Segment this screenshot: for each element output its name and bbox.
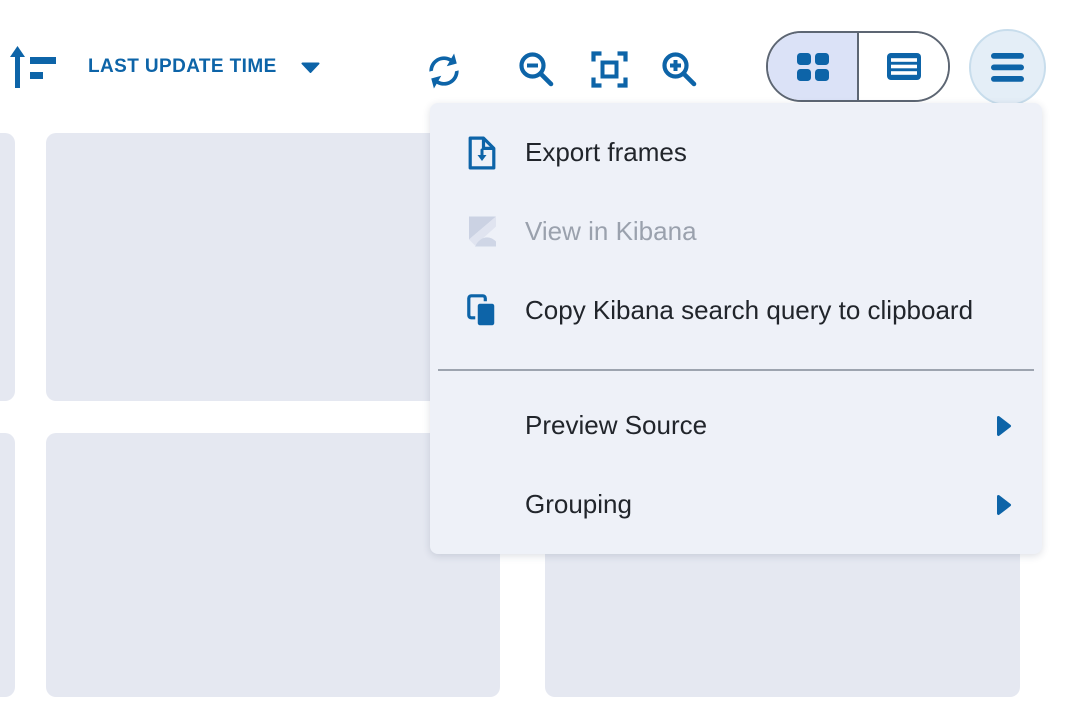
submenu-arrow-icon [996, 415, 1012, 437]
refresh-button[interactable] [421, 48, 467, 94]
grid-view-button[interactable] [768, 33, 857, 100]
sort-direction-button[interactable] [9, 45, 56, 90]
fit-to-screen-button[interactable] [591, 51, 628, 88]
frames-browser: LAST UPDATE TIME [0, 0, 1070, 713]
menu-item-label: Preview Source [525, 410, 707, 441]
submenu-arrow-icon [996, 494, 1012, 516]
file-download-icon [467, 136, 497, 169]
caret-down-icon [301, 62, 320, 73]
grid-view-icon [797, 53, 829, 81]
zoom-out-button[interactable] [518, 51, 555, 88]
sort-ascending-icon [9, 45, 56, 90]
menu-item-label: View in Kibana [525, 216, 697, 247]
copy-icon [467, 294, 498, 328]
frame-card[interactable] [0, 433, 15, 697]
kibana-logo-icon [467, 215, 498, 248]
menu-item-label: Copy Kibana search query to clipboard [525, 295, 973, 326]
zoom-out-icon [518, 51, 555, 88]
menu-item-copy-kibana-query[interactable]: Copy Kibana search query to clipboard [430, 271, 1042, 350]
sort-field-dropdown[interactable]: LAST UPDATE TIME [88, 52, 320, 82]
list-view-icon [887, 53, 921, 80]
menu-item-grouping[interactable]: Grouping [430, 465, 1042, 544]
overflow-context-menu: Export frames View in Kibana Copy Kibana… [430, 103, 1042, 554]
overflow-menu-button[interactable] [969, 29, 1046, 106]
refresh-icon [422, 49, 466, 93]
menu-item-label: Grouping [525, 489, 632, 520]
menu-item-view-in-kibana[interactable]: View in Kibana [430, 192, 1042, 271]
menu-item-export-frames[interactable]: Export frames [430, 113, 1042, 192]
view-mode-toggle [766, 31, 950, 102]
list-view-button[interactable] [857, 33, 948, 100]
hamburger-icon [991, 53, 1024, 82]
menu-item-label: Export frames [525, 137, 687, 168]
zoom-in-button[interactable] [661, 51, 698, 88]
menu-item-preview-source[interactable]: Preview Source [430, 386, 1042, 465]
sort-field-label: LAST UPDATE TIME [88, 56, 277, 78]
zoom-in-icon [661, 51, 698, 88]
frame-card[interactable] [0, 133, 15, 401]
menu-divider [438, 369, 1034, 371]
fit-to-screen-icon [591, 51, 628, 88]
